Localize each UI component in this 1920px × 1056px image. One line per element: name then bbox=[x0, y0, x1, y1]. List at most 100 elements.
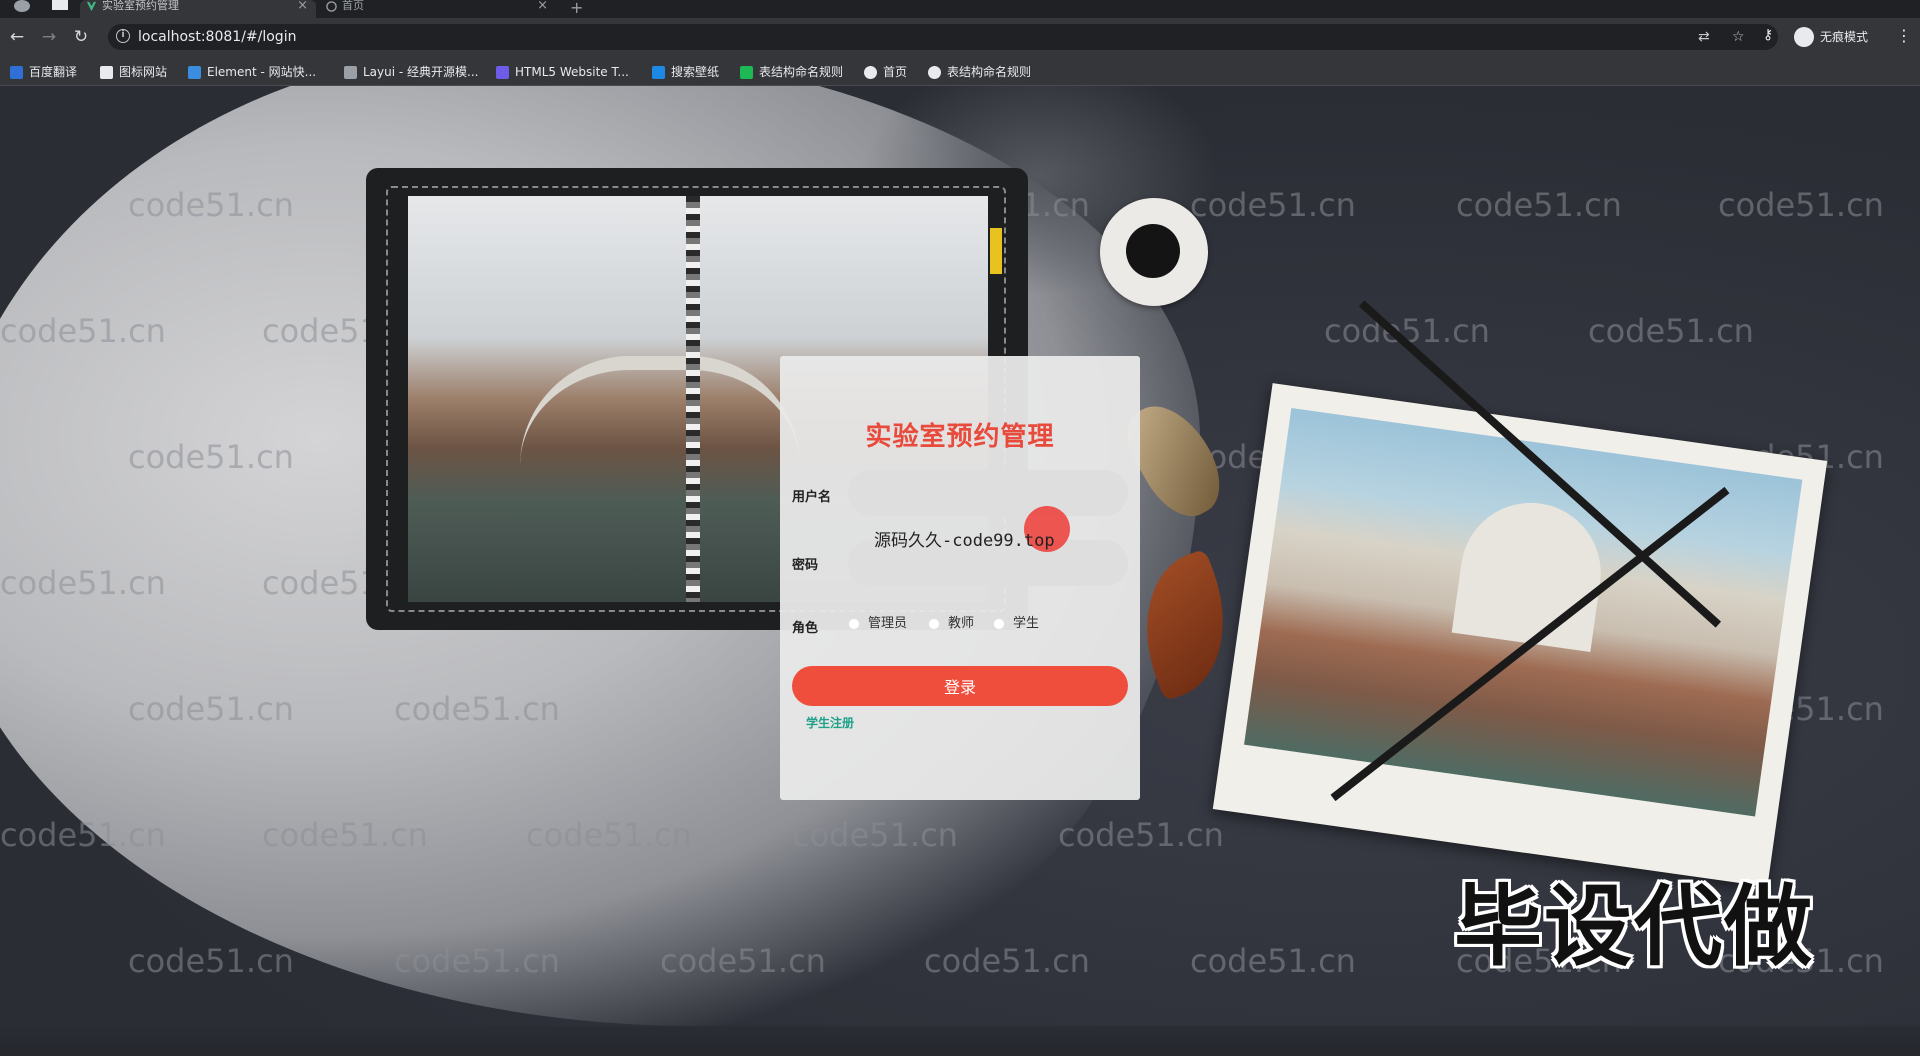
watermark-text: code51.cn bbox=[394, 942, 560, 980]
bookmark-label: 搜索壁纸 bbox=[671, 65, 720, 79]
tab-label: 首页 bbox=[342, 0, 364, 12]
table-icon bbox=[740, 66, 753, 79]
login-button[interactable]: 登录 bbox=[792, 666, 1128, 706]
source-watermark-text: 源码久久-code99.top bbox=[874, 531, 1055, 551]
watermark-text: code51.cn bbox=[1058, 816, 1224, 854]
watermark-text: code51.cn bbox=[1588, 312, 1754, 350]
back-arrow-icon[interactable]: ← bbox=[6, 26, 28, 48]
role-option-student[interactable]: 学生 bbox=[993, 614, 1039, 634]
watermark-text: code51.cn bbox=[0, 312, 166, 350]
flag-icon bbox=[100, 66, 113, 79]
browser-toolbar: ← → ↻ i localhost:8081/#/login ⇄ ☆ ⚷ 无痕模… bbox=[0, 18, 1920, 58]
notebook-spiral bbox=[686, 196, 700, 602]
watermark-text: code51.cn bbox=[660, 942, 826, 980]
globe-icon bbox=[864, 66, 877, 79]
watermark-text: code51.cn bbox=[0, 816, 166, 854]
translate-bookmark-icon bbox=[10, 66, 23, 79]
venice-cathedral-photo bbox=[1244, 407, 1803, 817]
layui-icon bbox=[344, 66, 357, 79]
bookmark-label: 表结构命名规则 bbox=[759, 65, 844, 79]
incognito-label: 无痕模式 bbox=[1820, 30, 1869, 44]
new-tab-button[interactable]: + bbox=[570, 0, 583, 17]
incognito-indicator[interactable]: 无痕模式 bbox=[1794, 26, 1868, 48]
tab-label: 实验室预约管理 bbox=[102, 0, 179, 12]
background-grass bbox=[0, 1026, 1920, 1056]
bookmark-ribbon bbox=[990, 228, 1002, 274]
login-title: 实验室预约管理 bbox=[865, 422, 1055, 452]
password-label: 密码 bbox=[792, 558, 819, 573]
reload-icon[interactable]: ↻ bbox=[70, 26, 92, 48]
role-option-label: 教师 bbox=[948, 616, 975, 631]
bookmark-item[interactable]: Layui - 经典开源模... bbox=[344, 63, 478, 81]
bookmark-label: 百度翻译 bbox=[29, 65, 78, 79]
bookmark-label: Element - 网站快... bbox=[207, 65, 317, 79]
more-menu-icon[interactable]: ⋮ bbox=[1896, 26, 1912, 45]
promo-overlay-text: 毕设代做 bbox=[1454, 875, 1815, 978]
student-register-link[interactable]: 学生注册 bbox=[806, 714, 854, 731]
watermark-text: code51.cn bbox=[128, 690, 294, 728]
watermark-text: code51.cn bbox=[1718, 186, 1884, 224]
url-text[interactable]: localhost:8081/#/login bbox=[138, 29, 296, 45]
watermark-text: code51.cn bbox=[128, 186, 294, 224]
close-icon[interactable]: × bbox=[537, 0, 548, 12]
watermark-text: code51.cn bbox=[526, 816, 692, 854]
wallpaper-icon bbox=[652, 66, 665, 79]
username-input[interactable] bbox=[848, 470, 1128, 516]
incognito-avatar-icon bbox=[1794, 27, 1814, 47]
tab-home[interactable]: 首页 × bbox=[320, 0, 556, 18]
bookmark-label: Layui - 经典开源模... bbox=[363, 65, 479, 79]
address-bar[interactable]: i localhost:8081/#/login ⇄ ☆ bbox=[108, 24, 1778, 50]
bookmark-label: 图标网站 bbox=[119, 65, 168, 79]
watermark-text: code51.cn bbox=[0, 564, 166, 602]
watermark-text: code51.cn bbox=[1190, 942, 1356, 980]
radio-circle-icon[interactable] bbox=[928, 618, 940, 630]
watermark-text: code51.cn bbox=[1190, 186, 1356, 224]
watermark-text: code51.cn bbox=[792, 816, 958, 854]
login-card: 实验室预约管理 用户名 密码 角色 管理员 教师 学生 登录 学生注册 bbox=[780, 356, 1140, 800]
html5-template-icon bbox=[496, 66, 509, 79]
watermark-text: code51.cn bbox=[1456, 186, 1622, 224]
bookmarks-bar: 百度翻译 图标网站 Element - 网站快... Layui - 经典开源模… bbox=[0, 58, 1920, 86]
bookmark-label: 首页 bbox=[883, 65, 908, 79]
watermark-text: code51.cn bbox=[128, 438, 294, 476]
watermark-text: code51.cn bbox=[924, 942, 1090, 980]
close-icon[interactable]: × bbox=[297, 0, 308, 12]
watermark-text: code51.cn bbox=[394, 690, 560, 728]
key-icon[interactable]: ⚷ bbox=[1763, 27, 1773, 43]
forward-arrow-icon[interactable]: → bbox=[38, 26, 60, 48]
role-option-teacher[interactable]: 教师 bbox=[928, 614, 974, 634]
tab-lab-booking[interactable]: 实验室预约管理 × bbox=[80, 0, 316, 18]
bookmark-item[interactable]: HTML5 Website T... bbox=[496, 63, 629, 81]
globe-icon bbox=[326, 1, 337, 12]
bookmark-item[interactable]: 图标网站 bbox=[100, 63, 167, 81]
bookmark-label: 表结构命名规则 bbox=[947, 65, 1032, 79]
element-hexagon-icon bbox=[188, 66, 201, 79]
cathedral-dome bbox=[1451, 493, 1610, 652]
coffee-icon bbox=[1126, 224, 1180, 278]
tab-search-icon[interactable] bbox=[52, 0, 68, 10]
polaroid-photo-frame bbox=[1212, 383, 1828, 887]
vue-favicon-icon bbox=[86, 1, 97, 12]
watermark-text: code51.cn bbox=[262, 816, 428, 854]
star-icon[interactable]: ☆ bbox=[1732, 29, 1745, 45]
username-label: 用户名 bbox=[792, 490, 832, 505]
bookmark-item[interactable]: Element - 网站快... bbox=[188, 63, 316, 81]
role-option-label: 管理员 bbox=[868, 616, 908, 631]
role-option-admin[interactable]: 管理员 bbox=[848, 614, 907, 634]
radio-circle-icon[interactable] bbox=[848, 618, 860, 630]
globe-icon bbox=[928, 66, 941, 79]
bookmark-item[interactable]: 首页 bbox=[864, 63, 907, 81]
bookmark-item[interactable]: 搜索壁纸 bbox=[652, 63, 719, 81]
bookmark-item[interactable]: 百度翻译 bbox=[10, 63, 77, 81]
role-option-label: 学生 bbox=[1013, 616, 1040, 631]
chrome-menu-icon[interactable] bbox=[14, 0, 30, 12]
site-info-icon[interactable]: i bbox=[116, 29, 130, 43]
bookmark-item[interactable]: 表结构命名规则 bbox=[740, 63, 843, 81]
radio-circle-icon[interactable] bbox=[993, 618, 1005, 630]
bookmark-item[interactable]: 表结构命名规则 bbox=[928, 63, 1031, 81]
translate-icon[interactable]: ⇄ bbox=[1698, 29, 1710, 45]
watermark-text: code51.cn bbox=[128, 942, 294, 980]
role-label: 角色 bbox=[792, 621, 819, 636]
tab-strip: 实验室预约管理 × 首页 × + bbox=[0, 0, 1920, 18]
bookmark-label: HTML5 Website T... bbox=[515, 65, 629, 79]
